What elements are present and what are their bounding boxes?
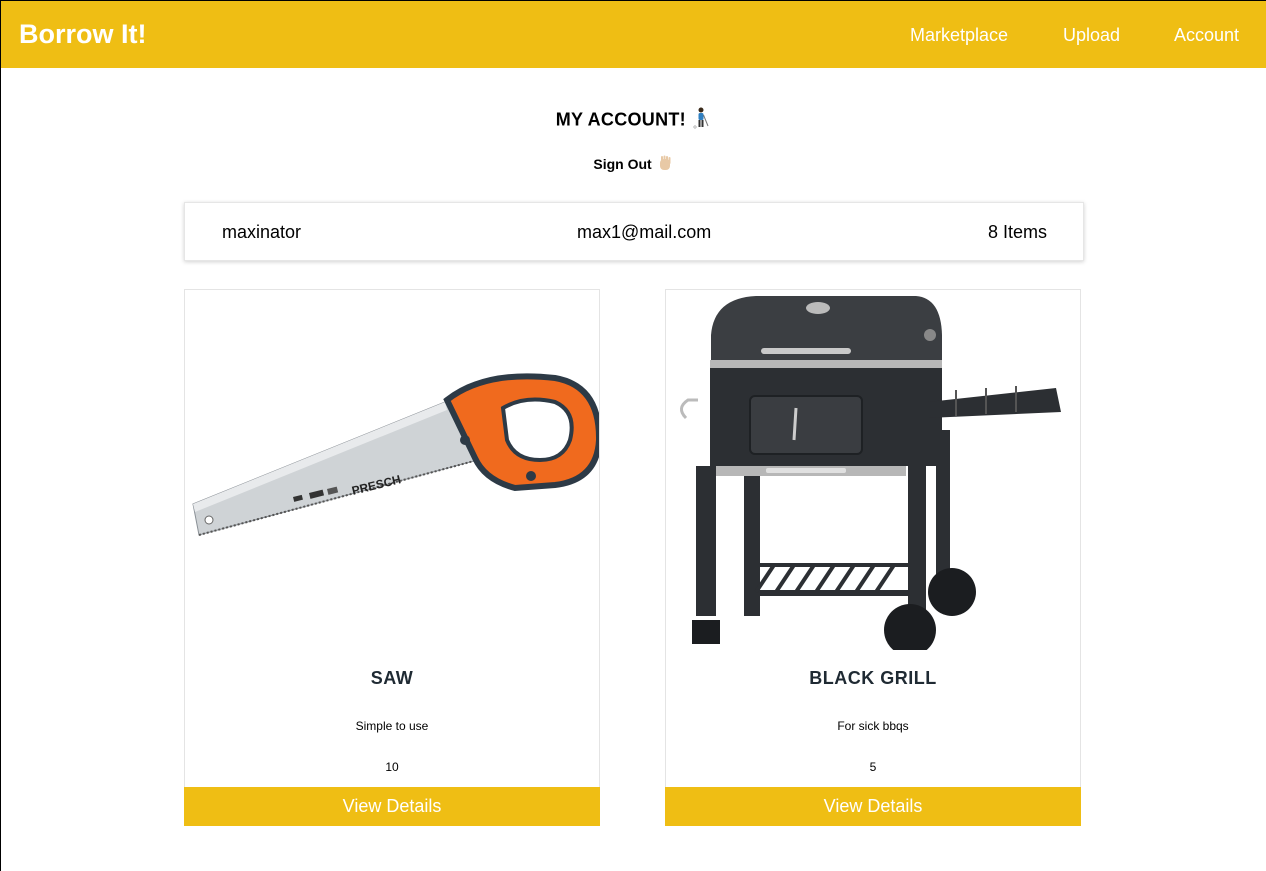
user-info-card: maxinator max1@mail.com 8 Items [184,202,1084,261]
item-card: BLACK GRILL For sick bbqs 5 View Details [665,289,1081,826]
hand-saw-image: PRESCH [185,290,603,650]
item-description: Simple to use [355,719,429,733]
page-title: MY ACCOUNT! [1,107,1266,134]
sign-out-label: Sign Out [593,156,652,173]
user-email: max1@mail.com [577,222,712,242]
nav-upload[interactable]: Upload [1063,25,1120,46]
nav-marketplace[interactable]: Marketplace [910,25,1008,46]
item-count-label: Items [1003,222,1048,242]
navbar: Borrow It! Marketplace Upload Account [1,1,1266,68]
view-details-button[interactable]: View Details [184,787,600,826]
item-count: 8 Items [988,222,1047,243]
item-count-value: 8 [988,222,999,242]
username: maxinator [222,222,302,242]
item-name: SAW [370,668,414,688]
item-description: For sick bbqs [837,719,909,733]
sign-out-button[interactable]: Sign Out [1,155,1266,176]
nav-account[interactable]: Account [1174,25,1239,46]
item-card: PRESCH SAW Simple to use 10 View Details [184,289,603,826]
waving-hand-icon [656,155,674,176]
item-name: BLACK GRILL [809,668,937,688]
golfer-icon [691,107,711,134]
view-details-button[interactable]: View Details [665,787,1081,826]
charcoal-grill-image [666,290,1080,656]
item-quantity: 5 [869,760,877,774]
brand-logo[interactable]: Borrow It! [19,19,147,50]
item-quantity: 10 [385,760,399,774]
page-title-text: MY ACCOUNT! [555,109,686,130]
